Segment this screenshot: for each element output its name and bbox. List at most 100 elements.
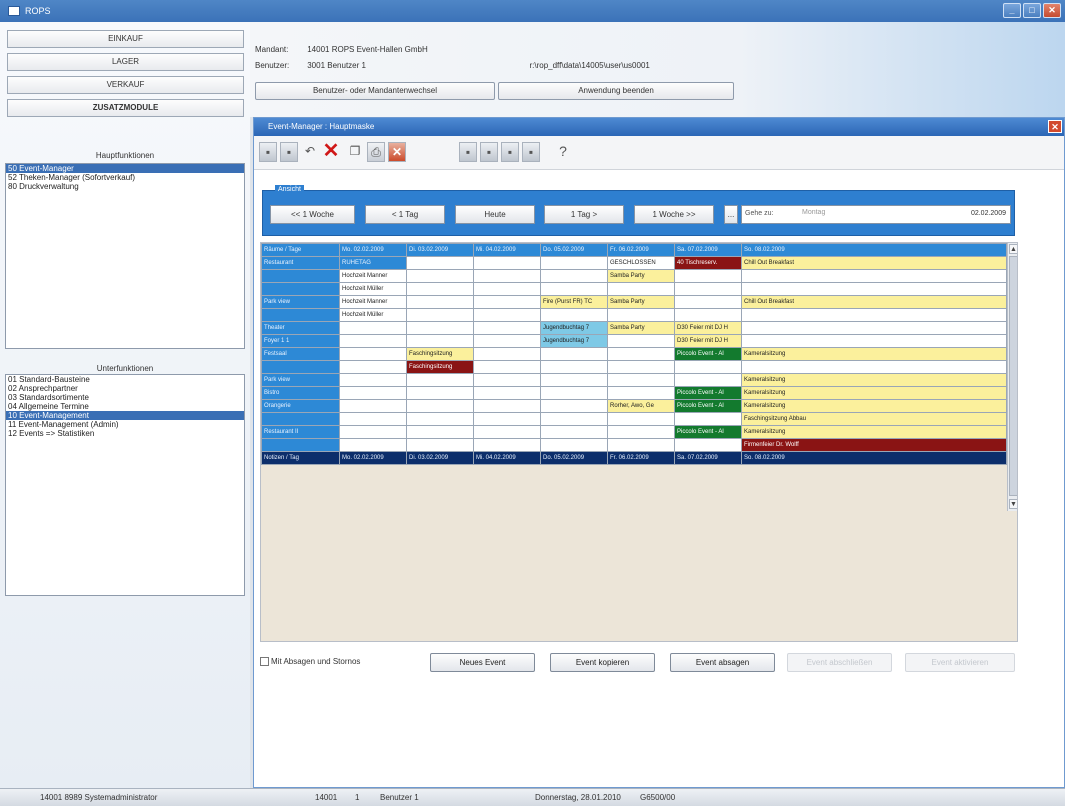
grid-cell[interactable] [540,425,608,439]
grid-cell[interactable] [540,282,608,296]
grid-cell[interactable] [473,256,541,270]
activate-event-button[interactable]: Event aktivieren [905,653,1015,672]
grid-cell[interactable]: Piccolo Event - Al [674,386,742,400]
grid-cell[interactable] [339,412,407,426]
grid-cell[interactable]: Samba Party [607,321,675,335]
grid-cell[interactable] [473,373,541,387]
grid-cell[interactable]: Park view [261,295,340,309]
grid-cell[interactable] [607,334,675,348]
list-item[interactable]: 10 Event-Management [6,411,244,420]
list-item[interactable]: 50 Event-Manager [6,164,244,173]
grid-cell[interactable]: Mi. 04.02.2009 [473,243,541,257]
grid-cell[interactable]: Sa. 07.02.2009 [674,451,742,465]
grid-cell[interactable] [540,360,608,374]
today-button[interactable]: Heute [455,205,535,224]
grid-cell[interactable] [607,438,675,452]
grid-cell[interactable] [540,347,608,361]
grid-cell[interactable] [406,438,474,452]
first-record-icon[interactable]: ▪ [459,142,477,162]
unterfunktionen-list[interactable]: 01 Standard-Bausteine 02 Ansprechpartner… [5,374,245,596]
grid-cell[interactable] [741,334,1007,348]
grid-cell[interactable] [540,438,608,452]
grid-cell[interactable] [674,360,742,374]
grid-cell[interactable]: So. 08.02.2009 [741,451,1007,465]
grid-cell[interactable] [607,373,675,387]
hauptfunktionen-list[interactable]: 50 Event-Manager 52 Theken-Manager (Sofo… [5,163,245,349]
grid-cell[interactable] [741,321,1007,335]
grid-cell[interactable] [741,269,1007,283]
grid-cell[interactable] [406,321,474,335]
grid-cell[interactable] [406,282,474,296]
exit-application-button[interactable]: Anwendung beenden [498,82,734,100]
grid-cell[interactable] [473,334,541,348]
menu-button-einkauf[interactable]: EINKAUF [7,30,244,48]
grid-cell[interactable] [607,282,675,296]
list-item[interactable]: 04 Allgemeine Termine [6,402,244,411]
goto-date-field[interactable]: Gehe zu: Montag 02.02.2009 [741,205,1011,224]
grid-cell[interactable] [540,269,608,283]
grid-cell[interactable] [339,347,407,361]
close-form-icon[interactable]: ✕ [388,142,406,162]
grid-cell[interactable] [607,425,675,439]
grid-cell[interactable] [261,412,340,426]
grid-cell[interactable]: Kameralsitzung [741,386,1007,400]
grid-cell[interactable] [406,256,474,270]
grid-cell[interactable] [674,412,742,426]
grid-cell[interactable]: Piccolo Event - Al [674,425,742,439]
grid-cell[interactable]: Hochzeit Manner [339,295,407,309]
grid-cell[interactable] [674,438,742,452]
grid-cell[interactable] [674,373,742,387]
grid-cell[interactable]: Rorher, Awo, Ge [607,399,675,413]
grid-cell[interactable]: Hochzeit Müller [339,282,407,296]
grid-cell[interactable]: Faschingsitzung Abbau [741,412,1007,426]
grid-cell[interactable] [261,360,340,374]
print-icon[interactable]: ⎙ [367,142,385,162]
grid-cell[interactable]: Faschingsitzung [406,360,474,374]
grid-cell[interactable]: Jugendbuchtag 7 [540,334,608,348]
grid-cell[interactable]: Notizen / Tag [261,451,340,465]
grid-cell[interactable]: 40 Tischreserv. [674,256,742,270]
close-icon[interactable]: ✕ [1043,3,1061,18]
grid-cell[interactable]: Di. 03.02.2009 [406,451,474,465]
grid-cell[interactable] [473,386,541,400]
list-item[interactable]: 80 Druckverwaltung [6,182,244,191]
grid-cell[interactable]: D30 Feier mit DJ H [674,334,742,348]
save-as-icon[interactable]: ▪ [280,142,298,162]
back-week-button[interactable]: << 1 Woche [270,205,355,224]
grid-cell[interactable]: Firmenfeier Dr. Wolff [741,438,1007,452]
grid-cell[interactable]: Räume / Tage [261,243,340,257]
list-item[interactable]: 12 Events => Statistiken [6,429,244,438]
grid-cell[interactable]: Bistro [261,386,340,400]
grid-cell[interactable]: Restaurant [261,256,340,270]
list-item[interactable]: 03 Standardsortimente [6,393,244,402]
grid-cell[interactable] [339,386,407,400]
grid-cell[interactable] [406,412,474,426]
list-item[interactable]: 52 Theken-Manager (Sofortverkauf) [6,173,244,182]
grid-cell[interactable] [741,360,1007,374]
grid-cell[interactable]: Kameralsitzung [741,347,1007,361]
last-record-icon[interactable]: ▪ [522,142,540,162]
grid-cell[interactable]: Mo. 02.02.2009 [339,243,407,257]
complete-event-button[interactable]: Event abschließen [787,653,892,672]
grid-cell[interactable]: Piccolo Event - Al [674,347,742,361]
grid-cell[interactable] [540,308,608,322]
grid-cell[interactable] [473,321,541,335]
grid-cell[interactable] [607,412,675,426]
grid-cell[interactable] [540,399,608,413]
cancellations-checkbox[interactable]: Mit Absagen und Stornos [260,657,360,666]
grid-cell[interactable]: Fr. 06.02.2009 [607,243,675,257]
grid-cell[interactable] [406,308,474,322]
grid-cell[interactable] [540,386,608,400]
grid-cell[interactable]: D30 Feier mit DJ H [674,321,742,335]
grid-cell[interactable] [406,295,474,309]
grid-cell[interactable]: Fire (Purst FR) TC [540,295,608,309]
forward-day-button[interactable]: 1 Tag > [544,205,624,224]
grid-cell[interactable]: Festsaal [261,347,340,361]
grid-cell[interactable] [741,282,1007,296]
grid-cell[interactable]: Jugendbuchtag 7 [540,321,608,335]
help-icon[interactable]: ? [554,142,572,162]
grid-cell[interactable] [406,334,474,348]
menu-button-lager[interactable]: LAGER [7,53,244,71]
grid-cell[interactable] [607,386,675,400]
goto-weekday-input[interactable]: Montag [802,209,902,216]
